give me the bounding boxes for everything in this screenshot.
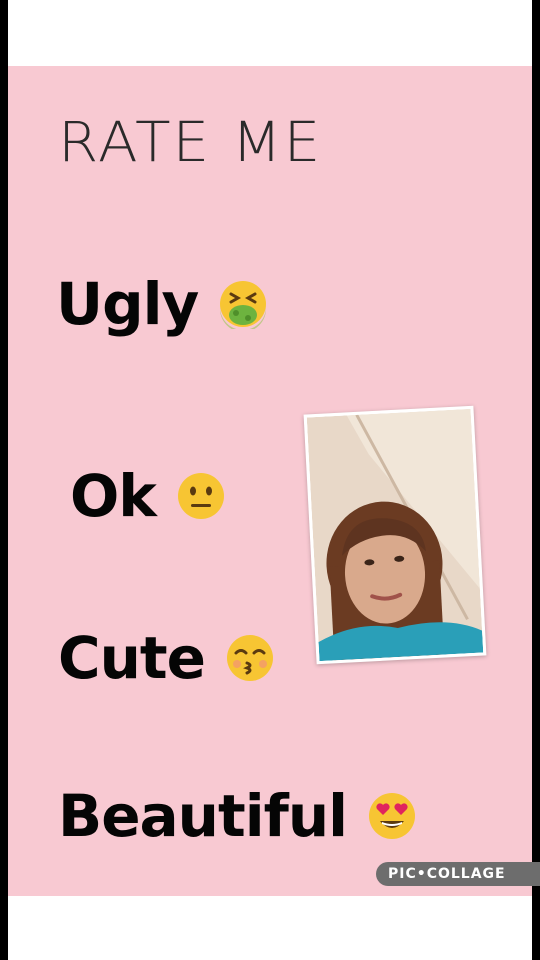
rating-option-cute: Cute [58,624,275,692]
rating-label: Ugly [56,270,199,338]
rating-label: Cute [58,624,206,692]
page-title: RATE ME [58,109,323,175]
selfie-photo [303,405,487,665]
rating-label: Ok [70,462,157,530]
rating-option-ugly: Ugly [56,270,268,338]
rating-option-beautiful: Beautiful [58,782,417,850]
heart-eyes-face-icon [367,791,417,841]
kissing-face-icon [225,633,275,683]
nauseated-face-icon [218,279,268,329]
rating-option-ok: Ok [70,462,226,530]
selfie-image [306,408,484,662]
neutral-face-icon [176,471,226,521]
pic-collage-watermark: PIC•COLLAGE [376,862,540,886]
rating-label: Beautiful [58,782,348,850]
